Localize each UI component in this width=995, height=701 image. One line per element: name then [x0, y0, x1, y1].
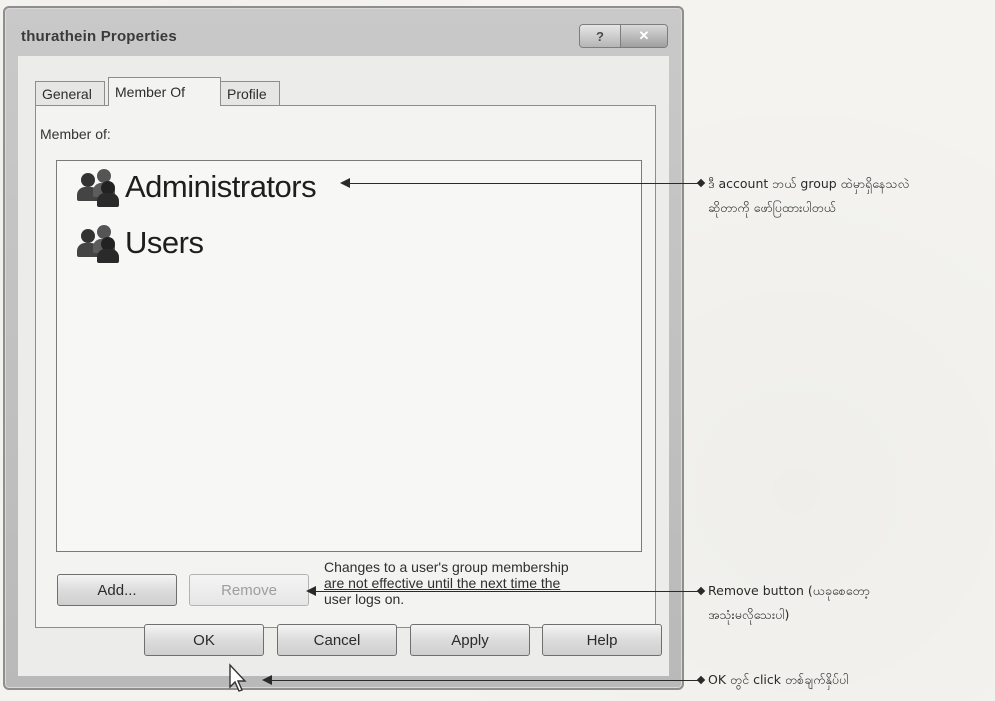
properties-dialog: thurathein Properties ? ✕ General Member… [3, 6, 684, 690]
title-buttons: ? ✕ [579, 24, 668, 48]
note-line: user logs on. [324, 591, 405, 607]
annotation-text: ဆိုတာကို ဖော်ပြထားပါတယ် [708, 200, 836, 215]
annotation-ok: OK တွင် click တစ်ချက်နှိပ်ပါ [708, 672, 849, 687]
close-button[interactable]: ✕ [620, 25, 667, 47]
question-icon: ? [596, 28, 604, 44]
annotation-text: အသုံးမလိုသေးပါ) [708, 607, 790, 622]
group-icon [73, 223, 123, 263]
group-name: Users [125, 225, 204, 260]
list-item-administrators[interactable]: Administrators [73, 167, 317, 207]
mouse-cursor-icon [229, 663, 247, 692]
note-line: are not effective until the next time th… [324, 575, 561, 591]
help-title-button[interactable]: ? [580, 25, 620, 47]
cancel-button[interactable]: Cancel [277, 624, 397, 656]
annotation-text: Remove button (ယခုစေတော့ [708, 583, 870, 598]
close-icon: ✕ [638, 28, 650, 43]
tab-member-of[interactable]: Member Of [108, 77, 221, 106]
apply-button[interactable]: Apply [410, 624, 530, 656]
annotation-line [314, 591, 700, 592]
group-name: Administrators [125, 169, 317, 204]
ok-button[interactable]: OK [144, 624, 264, 656]
dialog-client-area: General Member Of Profile Member of: Adm… [18, 56, 669, 676]
annotation-remove: Remove button (ယခုစေတော့ အသုံးမလိုသေးပါ) [708, 579, 870, 627]
annotation-line [348, 183, 700, 184]
group-icon [73, 167, 123, 207]
title-bar: thurathein Properties ? ✕ [5, 8, 682, 56]
note-line: Changes to a user's group membership [324, 559, 569, 575]
annotation-text: ဒီ account ဘယ် group ထဲမှာရှိနေသလဲ [708, 176, 910, 191]
tab-general[interactable]: General [35, 81, 105, 106]
list-item-users[interactable]: Users [73, 223, 204, 263]
member-of-label: Member of: [40, 126, 111, 142]
membership-note: Changes to a user's group membership are… [324, 559, 654, 607]
annotation-line [270, 680, 700, 681]
annotation-groups: ဒီ account ဘယ် group ထဲမှာရှိနေသလဲ ဆိုတာ… [708, 172, 909, 220]
groups-listbox[interactable]: Administrators Users [56, 160, 642, 552]
remove-button[interactable]: Remove [189, 574, 309, 606]
window-title: thurathein Properties [21, 28, 177, 45]
tab-profile[interactable]: Profile [220, 81, 280, 106]
help-button[interactable]: Help [542, 624, 662, 656]
add-button[interactable]: Add... [57, 574, 177, 606]
